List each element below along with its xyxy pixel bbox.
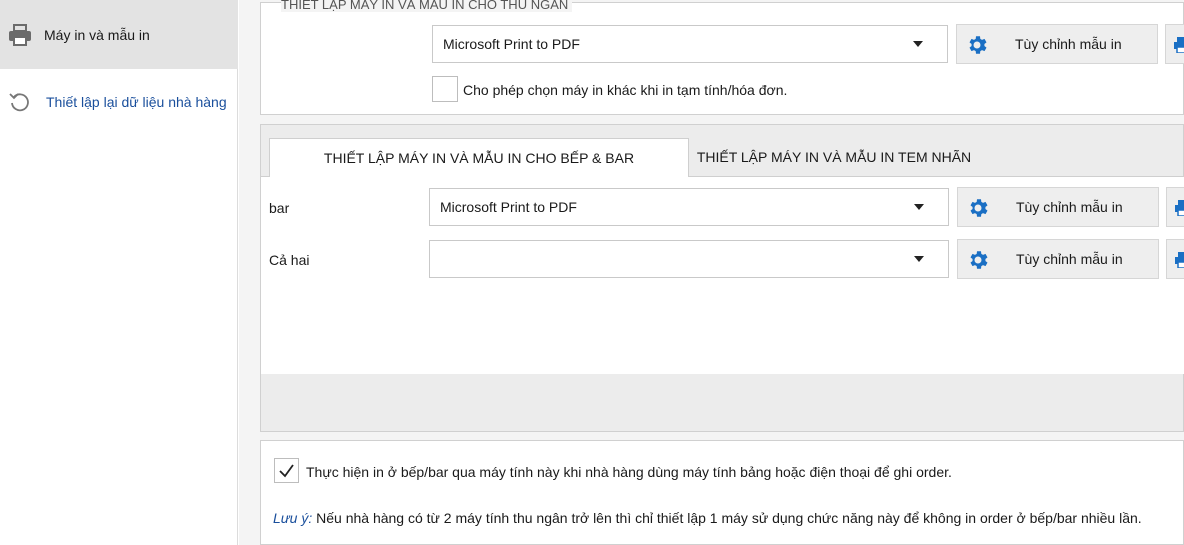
note-prefix: Lưu ý: bbox=[273, 510, 313, 526]
allow-other-printer-checkbox[interactable] bbox=[432, 76, 458, 102]
remote-print-panel bbox=[260, 440, 1184, 545]
printer-icon bbox=[8, 23, 32, 47]
tab-label: THIẾT LẬP MÁY IN VÀ MẪU IN CHO BẾP & BAR bbox=[323, 150, 635, 166]
cashier-printer-select[interactable]: Microsoft Print to PDF bbox=[432, 25, 948, 63]
both-printer-select[interactable] bbox=[429, 240, 949, 278]
row-label-bar: bar bbox=[269, 200, 290, 216]
bar-printer-select[interactable]: Microsoft Print to PDF bbox=[429, 188, 949, 226]
tab-kitchen-bar[interactable]: THIẾT LẬP MÁY IN VÀ MẪU IN CHO BẾP & BAR bbox=[269, 138, 689, 177]
row-label-both: Cả hai bbox=[269, 252, 310, 268]
sidebar-item-label: Thiết lập lại dữ liệu nhà hàng bbox=[46, 94, 227, 110]
sidebar-item-reset-data[interactable]: Thiết lập lại dữ liệu nhà hàng bbox=[0, 69, 238, 135]
both-print-test-button[interactable] bbox=[1166, 239, 1184, 279]
chevron-down-icon bbox=[913, 41, 923, 47]
bar-print-test-button[interactable] bbox=[1166, 187, 1184, 227]
tab-label-printer[interactable]: THIẾT LẬP MÁY IN VÀ MẪU IN TEM NHÃN bbox=[689, 138, 979, 176]
cashier-section-title: THIẾT LẬP MÁY IN VÀ MẪU IN CHO THU NGÂN bbox=[281, 0, 573, 12]
cashier-printer-value: Microsoft Print to PDF bbox=[443, 36, 580, 52]
cashier-print-test-button[interactable] bbox=[1165, 24, 1184, 64]
both-customize-button[interactable]: Tùy chỉnh mẫu in bbox=[957, 239, 1159, 279]
chevron-down-icon bbox=[914, 256, 924, 262]
allow-other-printer-label: Cho phép chọn máy in khác khi in tạm tín… bbox=[463, 82, 788, 98]
sidebar-item-printers[interactable]: Máy in và mẫu in bbox=[0, 0, 238, 69]
reset-icon bbox=[8, 90, 32, 114]
gear-icon bbox=[969, 36, 987, 54]
print-icon bbox=[1175, 200, 1184, 216]
chevron-down-icon bbox=[914, 204, 924, 210]
gear-icon bbox=[970, 199, 988, 217]
bar-customize-button[interactable]: Tùy chỉnh mẫu in bbox=[957, 187, 1159, 227]
remote-print-checkbox[interactable] bbox=[274, 458, 299, 483]
print-icon bbox=[1175, 252, 1184, 268]
customize-label: Tùy chỉnh mẫu in bbox=[1016, 199, 1123, 215]
gear-icon bbox=[970, 251, 988, 269]
sidebar: Máy in và mẫu in Thiết lập lại dữ liệu n… bbox=[0, 0, 238, 545]
checkmark-icon bbox=[279, 464, 294, 478]
main-content: THIẾT LẬP MÁY IN VÀ MẪU IN CHO THU NGÂN … bbox=[239, 0, 1184, 545]
cashier-customize-button[interactable]: Tùy chỉnh mẫu in bbox=[956, 24, 1158, 64]
app-window: Máy in và mẫu in Thiết lập lại dữ liệu n… bbox=[0, 0, 1184, 545]
note-body: Nếu nhà hàng có từ 2 máy tính thu ngân t… bbox=[312, 510, 1142, 526]
customize-label: Tùy chỉnh mẫu in bbox=[1016, 251, 1123, 267]
note-text: Lưu ý: Nếu nhà hàng có từ 2 máy tính thu… bbox=[273, 510, 1142, 526]
remote-print-label: Thực hiện in ở bếp/bar qua máy tính này … bbox=[306, 464, 952, 480]
sidebar-item-label: Máy in và mẫu in bbox=[44, 26, 150, 43]
bar-printer-value: Microsoft Print to PDF bbox=[440, 199, 577, 215]
customize-label: Tùy chỉnh mẫu in bbox=[1015, 36, 1122, 52]
tab-label: THIẾT LẬP MÁY IN VÀ MẪU IN TEM NHÃN bbox=[696, 149, 972, 165]
print-icon bbox=[1174, 37, 1184, 53]
